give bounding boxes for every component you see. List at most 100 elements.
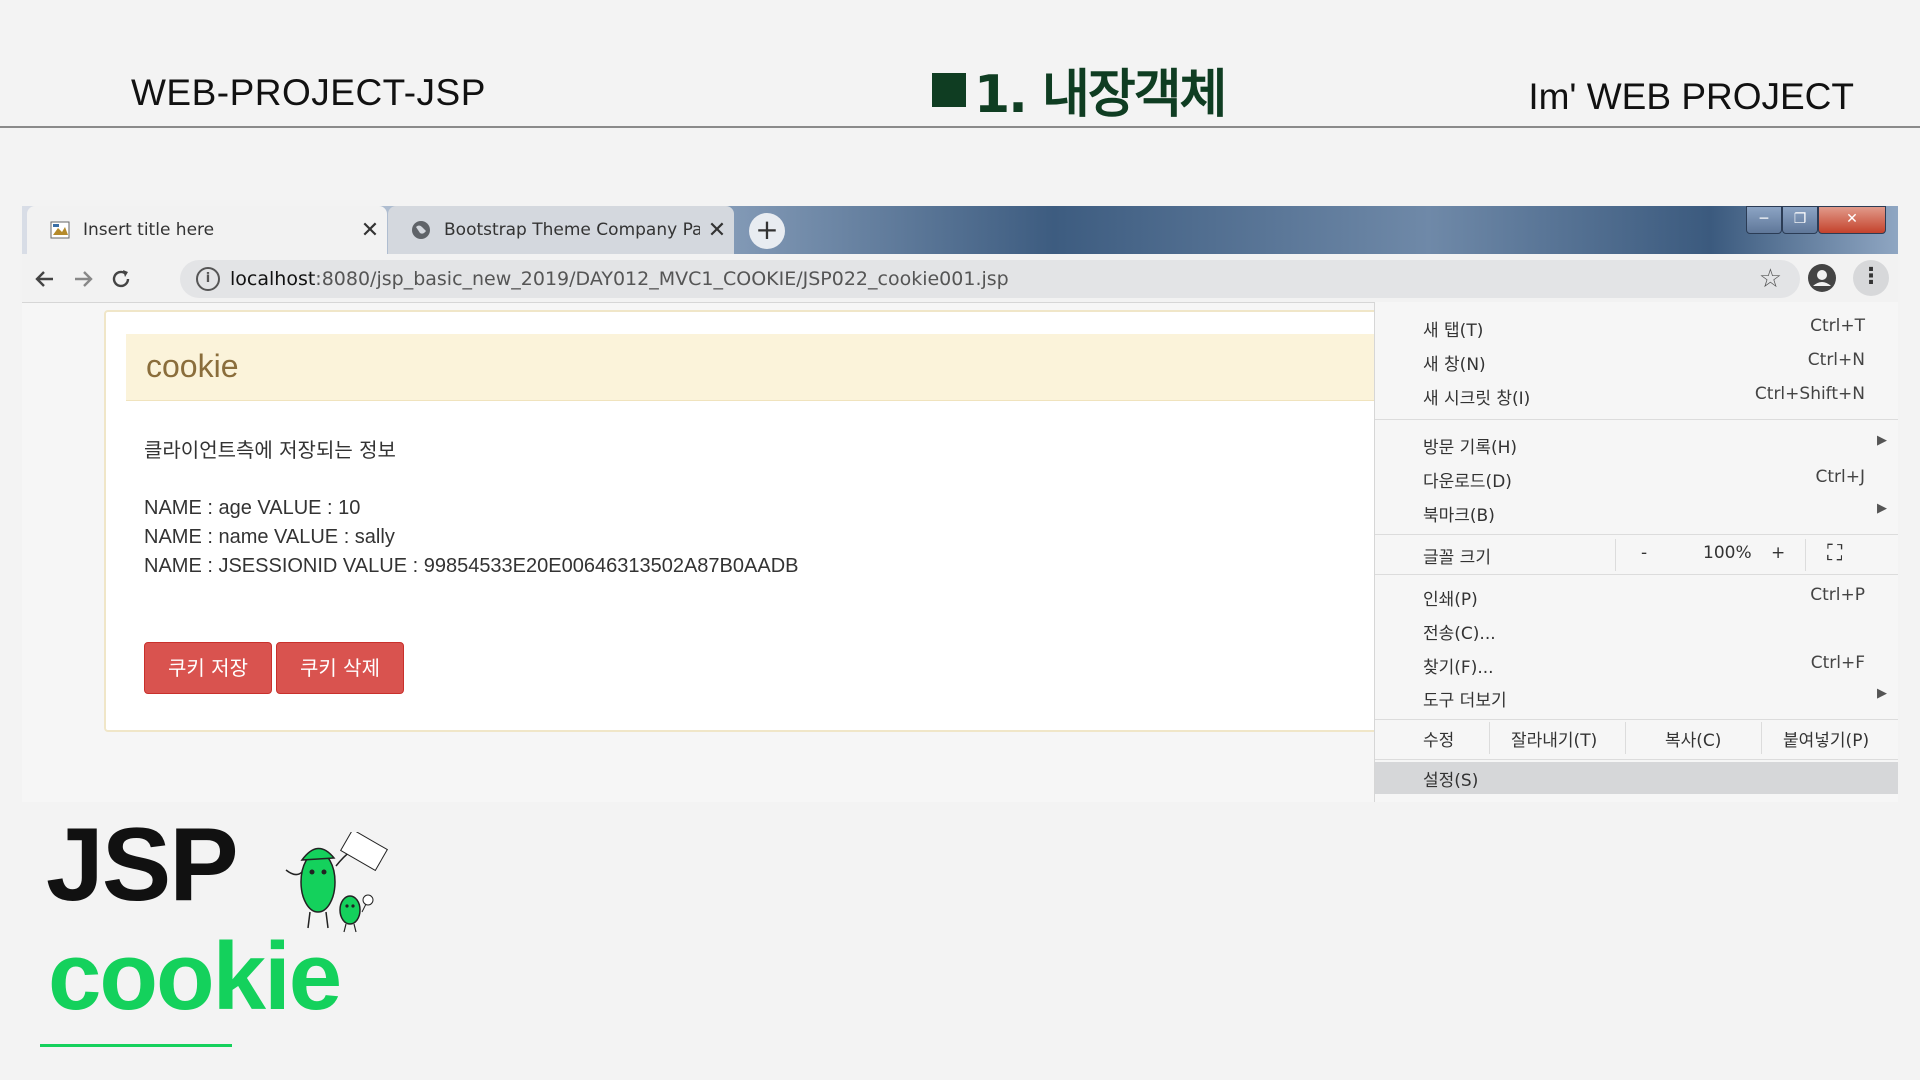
slide-header: WEB-PROJECT-JSP 1. 내장객체 Im' WEB PROJECT — [0, 0, 1920, 128]
menu-item-label: 도구 더보기 — [1423, 691, 1507, 711]
menu-item-print[interactable]: 인쇄(P) Ctrl+P — [1375, 581, 1898, 613]
browser-dropdown-menu: 새 탭(T) Ctrl+T 새 창(N) Ctrl+N 새 시크릿 창(I) C… — [1374, 302, 1898, 802]
paste-button[interactable]: 붙여넣기(P) — [1783, 726, 1869, 751]
menu-item-shortcut: Ctrl+P — [1810, 585, 1865, 605]
slide-right-title: Im' WEB PROJECT — [1528, 76, 1854, 117]
globe-icon — [410, 219, 432, 241]
url-path: :8080/jsp_basic_new_2019/DAY012_MVC1_COO… — [315, 268, 1009, 290]
slide-left-title: WEB-PROJECT-JSP — [131, 72, 486, 113]
big-cookie-label: cookie — [48, 923, 342, 1030]
zoom-label: 글꼴 크기 — [1423, 548, 1491, 568]
menu-separator — [1489, 722, 1490, 754]
minimize-button[interactable]: ─ — [1746, 206, 1782, 234]
save-cookie-button[interactable]: 쿠키 저장 — [144, 642, 272, 694]
edit-label: 수정 — [1423, 731, 1455, 751]
menu-item-history[interactable]: 방문 기록(H) ▶ — [1375, 429, 1898, 461]
window-close-button[interactable]: ✕ — [1818, 206, 1886, 234]
reload-icon[interactable] — [104, 262, 138, 296]
menu-separator — [1761, 722, 1762, 754]
menu-item-label: 전송(C)... — [1423, 624, 1496, 644]
menu-item-label: 새 탭(T) — [1423, 321, 1484, 341]
menu-item-new-tab[interactable]: 새 탭(T) Ctrl+T — [1375, 312, 1898, 344]
close-tab-icon[interactable]: ✕ — [353, 218, 387, 243]
cookie-line: NAME : JSESSIONID VALUE : 99854533E20E00… — [144, 555, 799, 577]
menu-item-label: 찾기(F)... — [1423, 658, 1494, 678]
copy-button[interactable]: 복사(C) — [1665, 726, 1721, 751]
new-tab-button[interactable]: + — [749, 213, 785, 249]
fullscreen-icon[interactable]: ⛶ — [1827, 541, 1842, 566]
info-icon[interactable]: i — [196, 267, 220, 291]
menu-item-label: 새 창(N) — [1423, 355, 1486, 375]
header-divider — [0, 126, 1920, 128]
tab-title: Insert title here — [83, 220, 215, 240]
accent-underline — [40, 1044, 232, 1047]
menu-separator — [1375, 419, 1898, 420]
slide-center-heading: 1. 내장객체 — [932, 52, 1227, 127]
menu-item-label: 설정(S) — [1423, 771, 1479, 791]
menu-item-cast[interactable]: 전송(C)... — [1375, 615, 1898, 647]
menu-item-more-tools[interactable]: 도구 더보기 ▶ — [1375, 682, 1898, 714]
zoom-in-button[interactable]: + — [1771, 543, 1785, 563]
big-jsp-label: JSP — [46, 807, 239, 923]
slide-center-title: 1. 내장객체 — [974, 65, 1227, 125]
cookie-list: NAME : age VALUE : 10 NAME : name VALUE … — [144, 494, 798, 581]
url-text: localhost:8080/jsp_basic_new_2019/DAY012… — [230, 268, 1009, 290]
submenu-arrow-icon: ▶ — [1877, 433, 1887, 448]
browser-toolbar: i localhost:8080/jsp_basic_new_2019/DAY0… — [22, 254, 1898, 303]
tab-bar: Insert title here ✕ Bootstrap Theme Comp… — [22, 206, 1898, 254]
browser-window: Insert title here ✕ Bootstrap Theme Comp… — [22, 206, 1898, 802]
menu-item-settings[interactable]: 설정(S) — [1375, 762, 1898, 794]
profile-avatar-icon[interactable] — [1808, 264, 1836, 292]
menu-separator — [1615, 539, 1616, 571]
panel-heading: cookie — [126, 334, 1406, 401]
menu-item-shortcut: Ctrl+J — [1815, 467, 1865, 487]
tab-bootstrap-theme[interactable]: Bootstrap Theme Company Pag ✕ — [388, 206, 734, 254]
cut-button[interactable]: 잘라내기(T) — [1511, 726, 1597, 751]
url-host: localhost — [230, 268, 316, 290]
page-icon — [49, 219, 71, 241]
menu-separator — [1375, 534, 1898, 535]
menu-item-bookmarks[interactable]: 북마크(B) ▶ — [1375, 497, 1898, 529]
tab-insert-title[interactable]: Insert title here ✕ — [27, 206, 387, 254]
menu-item-label: 인쇄(P) — [1423, 590, 1478, 610]
menu-separator — [1805, 539, 1806, 571]
menu-item-label: 새 시크릿 창(I) — [1423, 389, 1531, 409]
mascot-illustration-icon — [282, 828, 392, 936]
menu-separator — [1625, 722, 1626, 754]
menu-item-zoom: 글꼴 크기 - 100% + ⛶ — [1375, 539, 1898, 571]
forward-arrow-icon[interactable] — [66, 262, 100, 296]
menu-item-find[interactable]: 찾기(F)... Ctrl+F — [1375, 649, 1898, 681]
menu-item-shortcut: Ctrl+T — [1810, 316, 1865, 336]
menu-item-new-window[interactable]: 새 창(N) Ctrl+N — [1375, 346, 1898, 378]
menu-separator — [1375, 574, 1898, 575]
menu-item-incognito[interactable]: 새 시크릿 창(I) Ctrl+Shift+N — [1375, 380, 1898, 412]
menu-item-shortcut: Ctrl+N — [1807, 350, 1865, 370]
panel-title: cookie — [146, 348, 239, 384]
menu-item-shortcut: Ctrl+F — [1810, 653, 1865, 673]
zoom-level: 100% — [1703, 543, 1752, 563]
square-bullet-icon — [932, 72, 966, 107]
tab-title: Bootstrap Theme Company Pag — [444, 220, 700, 240]
bookmark-star-icon[interactable]: ☆ — [1759, 264, 1782, 294]
menu-item-shortcut: Ctrl+Shift+N — [1754, 384, 1865, 404]
panel-description: 클라이언트측에 저장되는 정보 — [144, 438, 396, 462]
maximize-button[interactable]: ❐ — [1782, 206, 1818, 234]
zoom-out-button[interactable]: - — [1641, 543, 1647, 563]
cookie-line: NAME : age VALUE : 10 — [144, 497, 361, 519]
close-tab-icon[interactable]: ✕ — [700, 218, 734, 243]
submenu-arrow-icon: ▶ — [1877, 686, 1887, 701]
menu-item-edit: 수정 잘라내기(T) 복사(C) 붙여넣기(P) — [1375, 722, 1898, 754]
menu-item-label: 북마크(B) — [1423, 506, 1495, 526]
submenu-arrow-icon: ▶ — [1877, 501, 1887, 516]
back-arrow-icon[interactable] — [28, 262, 62, 296]
cookie-line: NAME : name VALUE : sally — [144, 526, 395, 548]
menu-item-downloads[interactable]: 다운로드(D) Ctrl+J — [1375, 463, 1898, 495]
menu-separator — [1375, 719, 1898, 720]
cookie-panel: cookie 클라이언트측에 저장되는 정보 NAME : age VALUE … — [104, 310, 1408, 732]
address-bar[interactable]: i localhost:8080/jsp_basic_new_2019/DAY0… — [180, 260, 1800, 298]
delete-cookie-button[interactable]: 쿠키 삭제 — [276, 642, 404, 694]
menu-separator — [1375, 759, 1898, 760]
more-menu-icon[interactable]: ⋮ — [1853, 260, 1889, 296]
menu-item-label: 방문 기록(H) — [1423, 438, 1518, 458]
menu-item-label: 다운로드(D) — [1423, 472, 1512, 492]
